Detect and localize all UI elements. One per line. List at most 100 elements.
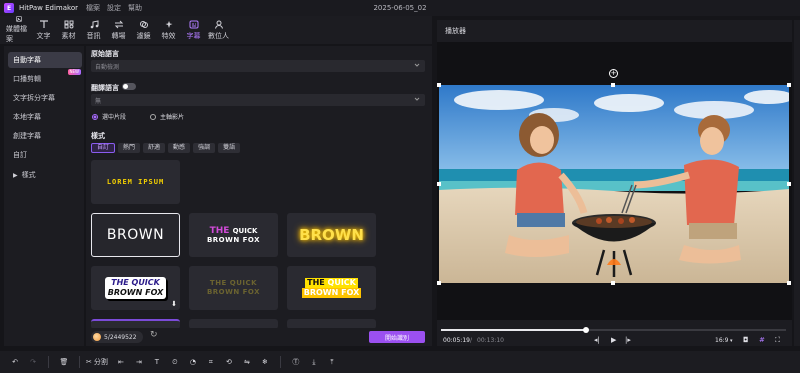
previous-frame-icon[interactable]: ◂| bbox=[594, 336, 600, 344]
freeze-icon[interactable]: ❄ bbox=[256, 353, 274, 371]
time-separator: / bbox=[470, 337, 473, 344]
text-icon bbox=[39, 19, 48, 28]
chip-custom[interactable]: 自訂 bbox=[91, 143, 116, 153]
source-language-select[interactable]: 自動檢測 bbox=[91, 60, 425, 72]
translate-language-select[interactable]: 無 bbox=[91, 94, 425, 106]
toolbar-transition-label: 轉場 bbox=[111, 31, 126, 40]
total-time: 00:13:10 bbox=[477, 337, 504, 344]
rotate-icon[interactable]: ⟲ bbox=[220, 353, 238, 371]
rotate-handle-icon[interactable]: + bbox=[609, 69, 618, 78]
speed-icon[interactable]: ⏲ bbox=[166, 353, 184, 371]
video-preview[interactable] bbox=[439, 85, 789, 283]
progress-knob[interactable] bbox=[582, 327, 589, 333]
credits-badge: 5/2449522 bbox=[91, 331, 143, 343]
toolbar-materials[interactable]: 素材 bbox=[56, 16, 81, 44]
delete-icon[interactable]: 🗑 bbox=[55, 353, 73, 371]
resize-handle[interactable] bbox=[787, 281, 791, 285]
resize-handle[interactable] bbox=[437, 182, 441, 186]
effects-icon bbox=[165, 20, 172, 28]
credits-count: 5/2449522 bbox=[104, 333, 137, 341]
gauge-icon[interactable]: ◔ bbox=[184, 353, 202, 371]
toolbar-subtitle[interactable]: 字幕 bbox=[181, 16, 206, 44]
toolbar-filter[interactable]: 濾鏡 bbox=[131, 16, 156, 44]
split-right-icon[interactable]: ⇥ bbox=[130, 353, 148, 371]
sidebar-item-label: 自動字幕 bbox=[13, 56, 41, 64]
radio-selected-clip[interactable]: 選中片段 bbox=[92, 112, 126, 121]
sidebar-item-text-split[interactable]: 文字拆分字幕 bbox=[8, 90, 82, 106]
aspect-ratio-select[interactable]: 16:9 bbox=[715, 337, 728, 344]
radio-unchecked-icon bbox=[150, 113, 156, 120]
camera-icon[interactable]: ◘ bbox=[743, 336, 749, 344]
chevron-down-icon[interactable]: ▾ bbox=[730, 338, 733, 344]
sidebar-item-label: 自訂 bbox=[13, 151, 27, 159]
translate-language-value: 無 bbox=[95, 97, 102, 105]
undo-icon[interactable]: ↶ bbox=[6, 353, 24, 371]
media-icon bbox=[15, 16, 22, 22]
grid-icon[interactable]: # bbox=[759, 336, 765, 344]
toolbar-materials-label: 素材 bbox=[61, 31, 76, 40]
toolbar-text-label: 文字 bbox=[36, 31, 51, 40]
resize-handle[interactable] bbox=[787, 83, 791, 87]
chip-comfortable[interactable]: 舒適 bbox=[143, 143, 166, 153]
download-icon[interactable]: ⬇ bbox=[171, 300, 177, 308]
text-edit-icon[interactable]: T bbox=[148, 353, 166, 371]
menu-help[interactable]: 幫助 bbox=[128, 3, 142, 13]
resize-handle[interactable] bbox=[787, 182, 791, 186]
split-button[interactable]: ✂ 分割 bbox=[86, 353, 112, 371]
preset-text: BROWN FOX bbox=[206, 288, 261, 296]
scissors-icon: ✂ bbox=[86, 358, 92, 366]
auto-subtitle-panel: 原始語言 自動檢測 翻譯語言 無 選中片段 主軸影片 樣式 自訂 熱門 舒適 動… bbox=[86, 46, 432, 346]
crop-icon[interactable]: ⌗ bbox=[202, 353, 220, 371]
translate-toggle[interactable] bbox=[122, 83, 136, 90]
app-name: HitPaw Edimakor bbox=[19, 4, 78, 12]
preset-text: BROWN FOX bbox=[301, 288, 362, 298]
fullscreen-icon[interactable]: ⛶ bbox=[775, 336, 780, 345]
toolbar-transition[interactable]: 轉場 bbox=[106, 16, 131, 44]
sidebar-item-style[interactable]: ▶ 樣式 bbox=[8, 167, 82, 183]
export-frame-icon[interactable]: ⤓ bbox=[305, 353, 323, 371]
chip-bilingual[interactable]: 雙語 bbox=[218, 143, 241, 153]
preset-text: QUICK bbox=[232, 227, 258, 235]
start-recognition-button[interactable]: 開始識別 bbox=[369, 331, 425, 343]
style-preset-tile[interactable]: BROWN bbox=[91, 213, 180, 257]
resize-handle[interactable] bbox=[437, 83, 441, 87]
sidebar-item-local-subtitle[interactable]: 本地字幕 bbox=[8, 109, 82, 125]
style-preset-tile[interactable]: THE QUICK BROWN FOX bbox=[189, 213, 278, 257]
preset-text: QUICK bbox=[327, 278, 356, 287]
radio-main-video[interactable]: 主軸影片 bbox=[150, 112, 184, 121]
style-preset-tile[interactable]: LOREM IPSUM bbox=[91, 160, 180, 204]
style-preset-tile[interactable]: THE QUICK BROWN FOX ⬇ bbox=[91, 266, 180, 310]
chip-emphasis[interactable]: 強調 bbox=[193, 143, 216, 153]
playback-progress-bar[interactable] bbox=[441, 327, 786, 333]
text-to-speech-icon[interactable]: Ⓣ bbox=[287, 353, 305, 371]
style-preset-tile[interactable]: THE QUICK BROWN FOX bbox=[189, 266, 278, 310]
redo-icon[interactable]: ↷ bbox=[24, 353, 42, 371]
resize-handle[interactable] bbox=[611, 83, 615, 87]
chip-popular[interactable]: 熱門 bbox=[118, 143, 141, 153]
resize-handle[interactable] bbox=[611, 281, 615, 285]
toolbar-effects[interactable]: 特效 bbox=[156, 16, 181, 44]
sidebar-item-create-subtitle[interactable]: 創建字幕 bbox=[8, 128, 82, 144]
refresh-icon[interactable]: ↻ bbox=[150, 330, 158, 340]
next-frame-icon[interactable]: |▸ bbox=[625, 336, 631, 344]
style-preset-tile[interactable]: BROWN bbox=[287, 213, 376, 257]
toolbar-text[interactable]: 文字 bbox=[31, 16, 56, 44]
menu-settings[interactable]: 設定 bbox=[107, 3, 121, 13]
toolbar-avatar[interactable]: 數位人 bbox=[206, 16, 231, 44]
menu-file[interactable]: 檔案 bbox=[86, 3, 100, 13]
play-icon[interactable]: ▶ bbox=[611, 336, 616, 344]
preset-text: THE QUICK bbox=[209, 279, 258, 287]
split-left-icon[interactable]: ⇤ bbox=[112, 353, 130, 371]
toolbar-audio[interactable]: 音訊 bbox=[81, 16, 106, 44]
preset-text: BROWN FOX bbox=[107, 288, 164, 297]
mirror-icon[interactable]: ⇋ bbox=[238, 353, 256, 371]
sidebar-item-auto-subtitle[interactable]: 自動字幕 bbox=[8, 52, 82, 68]
sidebar-item-voice-edit[interactable]: 口播剪輯 NEW bbox=[8, 69, 82, 87]
upload-icon[interactable]: ⤒ bbox=[323, 353, 341, 371]
chip-dynamic[interactable]: 動感 bbox=[168, 143, 191, 153]
style-preset-tile[interactable]: THE QUICK BROWN FOX bbox=[287, 266, 376, 310]
resize-handle[interactable] bbox=[437, 281, 441, 285]
toolbar-media[interactable]: 媒體檔案 bbox=[6, 16, 31, 44]
source-language-label: 原始語言 bbox=[91, 50, 119, 58]
sidebar-item-custom[interactable]: 自訂 bbox=[8, 147, 82, 163]
